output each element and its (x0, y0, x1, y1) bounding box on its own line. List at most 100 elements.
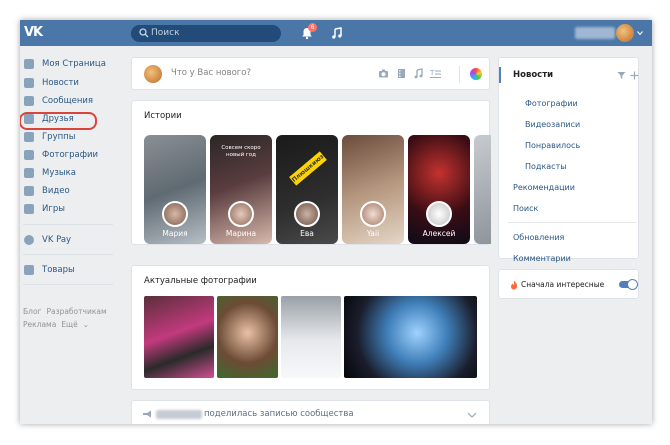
avatar (162, 201, 188, 227)
story-card[interactable]: Алексей (408, 135, 470, 244)
trending-photos-block: Актуальные фотографии (131, 265, 490, 390)
author-name-blurred[interactable] (156, 410, 202, 419)
menu-item-photos[interactable]: Фотографии (525, 99, 578, 108)
vk-window: VK Поиск 6 Моя Страница Новости Сообщени… (20, 20, 652, 424)
camera-icon (24, 150, 34, 160)
sidebar-footer: Блог Разработчикам Реклама Ещё ⌄ (23, 305, 123, 331)
menu-item-comments[interactable]: Комментарии (513, 254, 571, 263)
music-icon (24, 168, 34, 178)
avatar (360, 201, 386, 227)
video-icon[interactable] (396, 68, 407, 79)
photo-thumbnail[interactable] (217, 296, 278, 378)
sidebar-item-video[interactable]: Видео (23, 183, 119, 199)
sidebar-item-label: Моя Страница (42, 59, 106, 69)
fire-icon (511, 280, 518, 290)
avatar (144, 65, 162, 83)
story-caption: Плюшкиюз (289, 151, 327, 186)
username-blurred[interactable] (575, 27, 615, 39)
music-icon[interactable] (413, 68, 424, 79)
avatar[interactable] (616, 24, 634, 42)
sidebar-item-market[interactable]: Товары (23, 262, 119, 278)
sidebar-item-music[interactable]: Музыка (23, 165, 119, 181)
sidebar-item-my-page[interactable]: Моя Страница (23, 56, 119, 72)
photos-title: Актуальные фотографии (144, 276, 257, 286)
story-card[interactable]: Совсем скоро новый год Марина (210, 135, 272, 244)
story-name: Марина (225, 229, 257, 238)
story-name: Алексей (422, 229, 456, 238)
toggle-label: Сначала интересные (521, 280, 605, 289)
sidebar-item-groups[interactable]: Группы (23, 129, 119, 145)
story-name: Мария (162, 229, 188, 238)
post-action-text: поделилась записью сообщества (204, 409, 354, 419)
news-filter-menu: Новости Фотографии Видеозаписи Понравило… (498, 57, 640, 263)
footer-link-blog[interactable]: Блог (23, 307, 41, 316)
story-card[interactable]: Yaii (342, 135, 404, 244)
color-wheel-icon[interactable] (470, 68, 482, 80)
sidebar-divider (23, 254, 113, 255)
search-icon (139, 28, 149, 38)
story-name: Yaii (366, 229, 380, 238)
sidebar-item-photos[interactable]: Фотографии (23, 147, 119, 163)
sidebar-item-label: Фотографии (42, 150, 99, 160)
megaphone-icon (143, 410, 151, 418)
sidebar-item-news[interactable]: Новости (23, 75, 119, 91)
sidebar-item-vkpay[interactable]: VK Pay (23, 232, 119, 248)
sidebar-item-games[interactable]: Игры (23, 201, 119, 217)
avatar (426, 201, 452, 227)
menu-divider (508, 222, 636, 223)
feed-post: поделилась записью сообщества (131, 400, 490, 424)
stories-block: Истории Мария Совсем скоро новый год Мар… (131, 100, 491, 245)
games-icon (24, 204, 34, 214)
chevron-down-icon[interactable] (637, 30, 643, 36)
photo-thumbnail[interactable] (144, 296, 214, 378)
story-card[interactable] (474, 135, 491, 244)
story-caption: Совсем скоро новый год (221, 145, 261, 158)
menu-item-liked[interactable]: Понравилось (525, 141, 580, 150)
sidebar-item-label: Музыка (42, 168, 76, 178)
story-name: Ева (300, 229, 314, 238)
story-card[interactable]: Плюшкиюз Ева (276, 135, 338, 244)
menu-item-search[interactable]: Поиск (513, 204, 538, 213)
footer-link-developers[interactable]: Разработчикам (46, 307, 106, 316)
avatar (294, 201, 320, 227)
market-icon (24, 265, 34, 275)
sidebar-item-label: Игры (42, 204, 65, 214)
notifications-badge: 6 (308, 23, 317, 32)
filter-icon[interactable] (617, 71, 626, 80)
photo-thumbnail[interactable] (344, 296, 477, 378)
plus-icon[interactable] (630, 71, 639, 80)
composer-placeholder[interactable]: Что у Вас нового? (171, 68, 251, 78)
post-composer[interactable]: Что у Вас нового? T (131, 57, 490, 90)
avatar (228, 201, 254, 227)
news-icon (24, 78, 34, 88)
footer-link-more[interactable]: Ещё (61, 320, 77, 329)
search-placeholder: Поиск (151, 28, 180, 38)
sidebar-divider (23, 284, 113, 285)
menu-item-podcasts[interactable]: Подкасты (525, 162, 567, 171)
top-bar: VK Поиск 6 (20, 20, 652, 46)
sidebar-item-label: Новости (42, 78, 79, 88)
sidebar-item-label: VK Pay (42, 235, 72, 245)
camera-icon[interactable] (378, 68, 389, 79)
home-icon (24, 59, 34, 69)
music-icon[interactable] (330, 26, 344, 40)
video-icon (24, 186, 34, 196)
vk-logo[interactable]: VK (24, 25, 48, 41)
footer-link-ads[interactable]: Реклама (23, 320, 56, 329)
menu-item-recommendations[interactable]: Рекомендации (513, 183, 575, 192)
menu-item-news[interactable]: Новости (499, 67, 640, 83)
menu-item-updates[interactable]: Обновления (513, 233, 564, 242)
svg-text:T: T (430, 69, 435, 77)
stories-title: Истории (144, 111, 182, 121)
composer-divider (459, 66, 460, 83)
article-icon[interactable]: T (430, 68, 441, 79)
menu-item-videos[interactable]: Видеозаписи (525, 120, 580, 129)
search-input[interactable]: Поиск (131, 25, 281, 42)
interesting-first-toggle-card: Сначала интересные (498, 269, 639, 299)
story-card[interactable]: Мария (144, 135, 206, 244)
sidebar-item-messages[interactable]: Сообщения (23, 93, 119, 109)
photo-thumbnail[interactable] (281, 296, 341, 378)
groups-icon (24, 132, 34, 142)
chevron-down-icon[interactable] (467, 411, 477, 419)
switch-knob[interactable] (627, 279, 638, 290)
